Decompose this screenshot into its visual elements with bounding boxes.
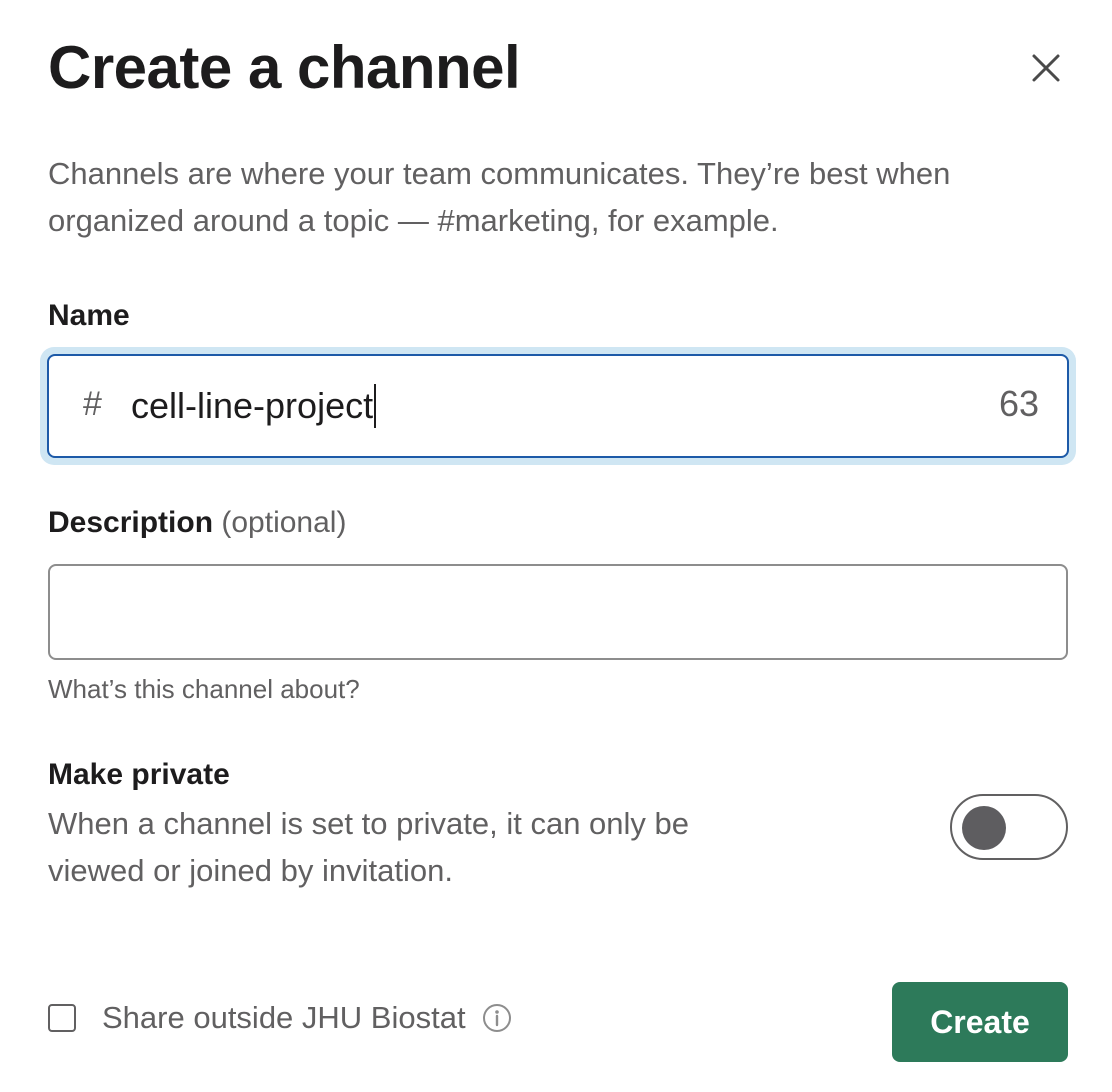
channel-name-input[interactable]: # cell-line-project 63: [40, 347, 1076, 465]
close-icon: [1020, 42, 1072, 94]
optional-text: (optional): [221, 506, 347, 539]
name-label: Name: [48, 299, 130, 332]
close-button[interactable]: [1020, 42, 1072, 94]
toggle-knob: [962, 806, 1006, 850]
character-counter: 63: [998, 383, 1039, 424]
description-label: Description (optional): [48, 503, 346, 543]
share-outside-checkbox[interactable]: [48, 1004, 76, 1032]
make-private-toggle[interactable]: [950, 794, 1068, 860]
channel-name-input-box[interactable]: # cell-line-project 63: [47, 354, 1069, 458]
hash-prefix: #: [83, 385, 102, 423]
create-button[interactable]: Create: [892, 982, 1068, 1062]
dialog-intro: Channels are where your team communicate…: [48, 156, 951, 238]
share-outside-label[interactable]: Share outside JHU Biostat: [102, 996, 466, 1040]
info-icon[interactable]: [482, 1003, 512, 1033]
share-outside-row: Share outside JHU Biostat: [48, 996, 512, 1040]
channel-name-value[interactable]: cell-line-project: [131, 384, 377, 428]
make-private-description: When a channel is set to private, it can…: [48, 806, 690, 888]
description-hint: What’s this channel about?: [48, 674, 360, 704]
description-input[interactable]: [48, 564, 1068, 660]
make-private-label: Make private: [48, 758, 230, 791]
dialog-title: Create a channel: [48, 34, 521, 101]
description-label-text: Description: [48, 506, 214, 539]
create-channel-dialog: Create a channel Channels are where your…: [0, 0, 1112, 1092]
